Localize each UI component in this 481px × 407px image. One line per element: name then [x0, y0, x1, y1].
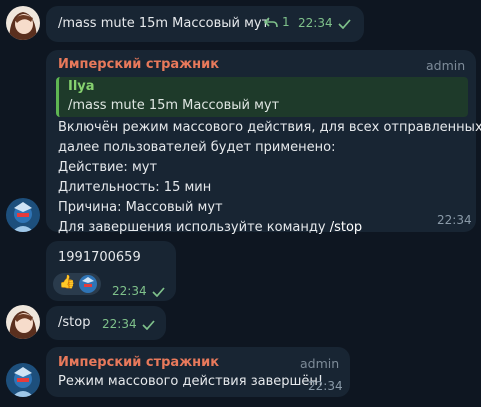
message-time: 22:34 [308, 379, 343, 393]
read-check-icon [142, 319, 155, 334]
bot-avatar-image [6, 363, 40, 397]
user-avatar[interactable] [6, 6, 40, 40]
body-line: Длительность: 15 мин [58, 180, 212, 195]
message-text: Режим массового действия завершён! [58, 374, 324, 389]
user-avatar[interactable] [6, 305, 40, 339]
quote-text: /mass mute 15m Массовый мут [68, 98, 280, 113]
thumbs-up-icon: 👍 [59, 275, 76, 290]
sender-name[interactable]: Имперский стражник [58, 57, 219, 72]
body-line-last: Для завершения используйте команду /stop [58, 218, 481, 238]
reactor-avatar [79, 275, 97, 293]
body-line: Включён режим массового действия, для вс… [58, 120, 481, 135]
user-avatar-image [6, 305, 40, 339]
bot-avatar[interactable] [6, 198, 40, 232]
body-line: Действие: мут [58, 160, 158, 175]
message-text: /mass mute 15m Массовый мут [58, 16, 270, 31]
message-bubble-stop[interactable]: /stop 22:34 [46, 306, 166, 340]
reaction-chip[interactable]: 👍 [53, 273, 101, 295]
read-check-icon [152, 286, 165, 301]
message-text: 1991700659 [58, 250, 141, 265]
reply-icon[interactable] [263, 17, 278, 33]
reply-count: 1 [282, 15, 290, 29]
reply-quote[interactable]: Ilya /mass mute 15m Массовый мут [56, 77, 468, 117]
sender-name[interactable]: Имперский стражник [58, 355, 219, 370]
message-time: 22:34 [298, 16, 333, 30]
user-avatar-image [6, 6, 40, 40]
message-time: 22:34 [102, 317, 137, 331]
message-time: 22:34 [112, 284, 147, 298]
sender-role-badge: admin [426, 58, 466, 73]
message-bubble-bot-finished[interactable]: Имперский стражник admin Режим массового… [46, 347, 350, 397]
read-check-icon [338, 18, 351, 33]
quote-author: Ilya [68, 79, 95, 94]
message-bubble-user-id[interactable]: 1991700659 👍 22:34 [46, 241, 176, 301]
message-body: Включён режим массового действия, для вс… [58, 118, 481, 238]
sender-role-badge: admin [300, 356, 340, 371]
stop-command-link[interactable]: /stop [58, 313, 90, 333]
body-line: далее пользователей будет применено: [58, 140, 336, 155]
stop-command-link[interactable]: /stop [330, 220, 362, 235]
message-bubble-mass-mute[interactable]: /mass mute 15m Массовый мут 1 22:34 [46, 6, 364, 42]
body-text: Для завершения используйте команду [58, 220, 330, 235]
body-line: Причина: Массовый мут [58, 200, 223, 215]
bot-avatar-image [6, 198, 40, 232]
message-bubble-bot-mass-action[interactable]: Имперский стражник admin Ilya /mass mute… [46, 50, 481, 235]
message-time: 22:34 [437, 213, 472, 227]
bot-avatar[interactable] [6, 363, 40, 397]
